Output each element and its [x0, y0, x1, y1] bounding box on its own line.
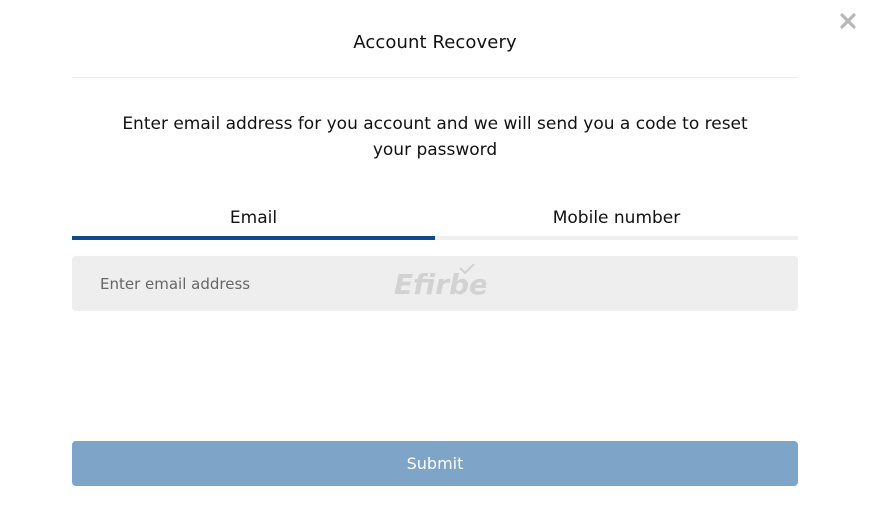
recovery-method-tabs: Email Mobile number — [72, 205, 798, 240]
tab-mobile-number-label: Mobile number — [552, 208, 681, 228]
modal-title: Account Recovery — [353, 32, 517, 53]
close-icon — [840, 13, 856, 29]
submit-button[interactable]: Submit — [72, 441, 798, 486]
tab-mobile-number[interactable]: Mobile number — [435, 205, 798, 240]
tab-mobile-number-indicator — [435, 236, 798, 240]
title-divider — [72, 77, 798, 78]
email-field-container: Efirbet — [72, 256, 798, 311]
recovery-instructions: Enter email address for you account and … — [122, 114, 748, 160]
close-button[interactable] — [838, 11, 858, 31]
account-recovery-modal: Account Recovery Enter email address for… — [0, 0, 872, 519]
tab-email-active-indicator — [72, 236, 435, 240]
tab-email[interactable]: Email — [72, 205, 435, 240]
tab-email-label: Email — [229, 208, 278, 228]
email-input[interactable] — [72, 256, 798, 311]
